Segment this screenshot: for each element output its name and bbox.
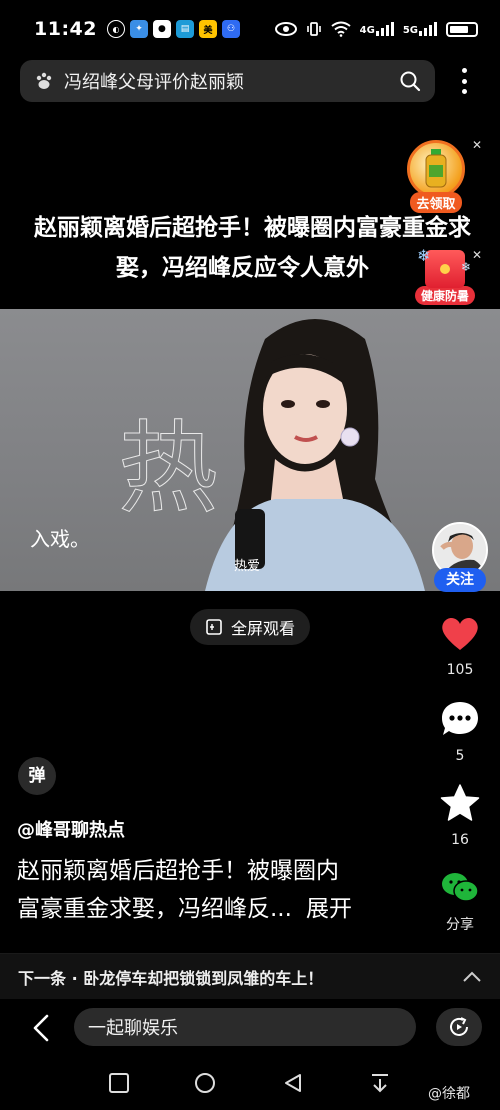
danmaku-toggle-button[interactable]: 弹 <box>18 757 56 795</box>
comment-count: 5 <box>455 748 465 764</box>
chevron-up-icon[interactable] <box>462 971 482 983</box>
headline-line-1: 赵丽颖离婚后超抢手！被曝圈内富豪重金求 <box>34 215 471 241</box>
recents-icon[interactable] <box>108 1072 130 1094</box>
favorite-action[interactable]: 16 <box>425 784 495 848</box>
next-video-title: 下一条 · 卧龙停车却把锁锁到凤雏的车上！ <box>18 968 324 988</box>
download-icon[interactable] <box>369 1072 391 1094</box>
fullscreen-label: 全屏观看 <box>230 619 295 638</box>
wechat-share-icon <box>442 873 479 902</box>
oil-bottle-icon <box>407 140 465 198</box>
clock: 11:42 <box>34 18 97 40</box>
notification-icons: ◐ ✦ ● ▤ 美 ⚇ <box>106 20 240 38</box>
watermark-credit: @徐都 <box>428 1086 470 1102</box>
comment-action[interactable]: 5 <box>425 700 495 764</box>
video-person-figure <box>205 319 425 591</box>
heart-icon <box>442 617 478 650</box>
baidu-paw-icon <box>36 72 52 89</box>
wifi-icon <box>331 21 351 37</box>
vibrate-icon <box>306 22 321 36</box>
system-nav-bar <box>0 1058 500 1110</box>
refresh-button[interactable] <box>436 1008 482 1046</box>
system-icons: 4G 5G <box>274 21 478 37</box>
network-label-5g: 5G <box>402 25 418 36</box>
desc-line-1: 赵丽颖离婚后超抢手！被曝圈内 <box>17 858 339 884</box>
reader-icon: ▤ <box>175 20 194 38</box>
share-action[interactable]: 分享 <box>425 872 495 934</box>
baidu-icon: ⚇ <box>221 20 240 38</box>
back-icon[interactable] <box>282 1072 304 1094</box>
video-player[interactable]: 热 入戏。 热爱 <box>0 309 500 591</box>
expand-button[interactable]: 展开 <box>292 896 352 922</box>
comment-placeholder: 一起聊娱乐 <box>88 1018 178 1039</box>
comment-input[interactable]: 一起聊娱乐 <box>74 1008 416 1046</box>
more-options-icon[interactable] <box>455 64 473 98</box>
fullscreen-icon <box>206 619 222 635</box>
headline-line-2: 娶，冯绍峰反应令人意外 <box>116 255 369 281</box>
back-arrow-icon[interactable] <box>28 1012 56 1044</box>
nfc-icon: ◐ <box>106 20 125 38</box>
like-count: 105 <box>446 662 474 678</box>
share-label: 分享 <box>446 917 474 933</box>
like-action[interactable]: 105 <box>425 616 495 678</box>
watermark-ruxi: 入戏。 <box>30 527 90 551</box>
follow-button[interactable]: 关注 <box>434 568 486 592</box>
author-name[interactable]: @峰哥聊热点 <box>17 816 125 842</box>
meituan-icon: 美 <box>198 20 217 38</box>
refresh-icon <box>450 1017 468 1036</box>
signal-4g-icon <box>375 22 394 36</box>
desc-line-2: 富豪重金求娶，冯绍峰反... <box>17 896 292 922</box>
status-bar: 11:42 ◐ ✦ ● ▤ 美 ⚇ 4G 5G <box>0 0 500 58</box>
star-icon <box>440 784 480 821</box>
search-query[interactable]: 冯绍峰父母评价赵丽颖 <box>64 68 399 94</box>
battery-icon <box>446 21 478 37</box>
home-icon[interactable] <box>194 1072 216 1094</box>
fullscreen-button[interactable]: 全屏观看 <box>190 609 310 645</box>
comment-bar: 一起聊娱乐 <box>0 1000 500 1055</box>
post-description[interactable]: 赵丽颖离婚后超抢手！被曝圈内 富豪重金求娶，冯绍峰反... 展开 <box>17 852 412 928</box>
search-bar[interactable]: 冯绍峰父母评价赵丽颖 <box>20 60 435 102</box>
eye-icon <box>274 22 297 36</box>
video-headline: 赵丽颖离婚后超抢手！被曝圈内富豪重金求 娶，冯绍峰反应令人意外 <box>10 208 495 288</box>
favorite-count: 16 <box>451 832 469 848</box>
wechat-icon: ● <box>152 20 171 38</box>
promo-claim-close-icon[interactable]: ✕ <box>470 138 484 152</box>
signal-5g-icon <box>419 22 437 36</box>
search-icon[interactable] <box>399 70 421 92</box>
network-label-4g: 4G <box>359 25 375 36</box>
comment-bubble-icon <box>442 702 478 735</box>
app-icon: ✦ <box>129 20 148 38</box>
mic-label: 热爱 <box>234 559 261 574</box>
next-video-bar[interactable]: 下一条 · 卧龙停车却把锁锁到凤雏的车上！ <box>0 953 500 999</box>
promo-health-label: 健康防暑 <box>414 286 475 305</box>
